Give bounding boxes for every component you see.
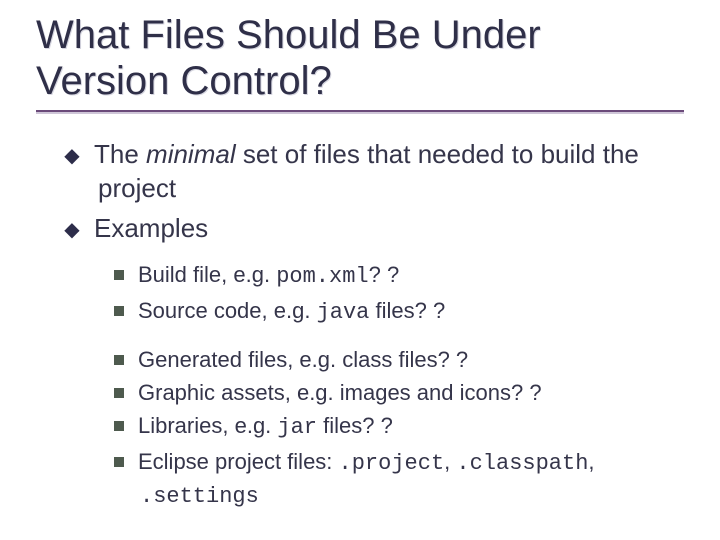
sub-text-post: files? ?: [317, 413, 393, 438]
square-bullet-icon: [114, 306, 124, 316]
sub-bullet-build-file: Build file, e.g. pom.xml? ?: [114, 259, 684, 292]
sub-text-pre: Libraries, e.g.: [138, 413, 277, 438]
sub-bullet-list: Build file, e.g. pom.xml? ? Source code,…: [64, 259, 684, 512]
slide-body: ◆The minimal set of files that needed to…: [36, 138, 684, 512]
sub-bullet-eclipse-files: Eclipse project files: .project, .classp…: [114, 446, 684, 512]
sub-text-code: .project: [339, 451, 445, 476]
sub-text-pre: Build file, e.g.: [138, 262, 276, 287]
sub-text-post: files? ?: [369, 298, 445, 323]
sub-text-sep: ,: [588, 449, 594, 474]
sub-bullet-source-code: Source code, e.g. java files? ?: [114, 295, 684, 328]
sub-text-pre: Source code, e.g.: [138, 298, 317, 323]
diamond-bullet-icon: ◆: [64, 143, 80, 169]
bullet-minimal-set: ◆The minimal set of files that needed to…: [64, 138, 684, 206]
sub-text-code: jar: [277, 415, 317, 440]
sub-text: Generated files, e.g. class files? ?: [138, 347, 468, 372]
square-bullet-icon: [114, 421, 124, 431]
title-underline: [36, 110, 684, 112]
square-bullet-icon: [114, 270, 124, 280]
bullet-examples: ◆ Examples: [64, 212, 684, 246]
slide: What Files Should Be Under Version Contr…: [0, 0, 720, 540]
sub-bullet-graphic-assets: Graphic assets, e.g. images and icons? ?: [114, 377, 684, 408]
sub-text-pre: Eclipse project files:: [138, 449, 339, 474]
square-bullet-icon: [114, 388, 124, 398]
sub-bullet-generated-files: Generated files, e.g. class files? ?: [114, 344, 684, 375]
bullet-text: Examples: [94, 213, 208, 243]
diamond-bullet-icon: ◆: [64, 217, 80, 243]
sub-text-code: java: [317, 300, 370, 325]
bullet-text-pre: The: [94, 139, 146, 169]
sub-text-post: ? ?: [369, 262, 400, 287]
square-bullet-icon: [114, 355, 124, 365]
square-bullet-icon: [114, 457, 124, 467]
sub-text-code: .classpath: [456, 451, 588, 476]
slide-title: What Files Should Be Under Version Contr…: [36, 12, 684, 104]
sub-text: Graphic assets, e.g. images and icons? ?: [138, 380, 542, 405]
bullet-text-emph: minimal: [146, 139, 236, 169]
sub-bullet-libraries: Libraries, e.g. jar files? ?: [114, 410, 684, 443]
sub-text-code: pom.xml: [276, 264, 368, 289]
sub-text-code: .settings: [140, 484, 259, 509]
sub-text-sep: ,: [444, 449, 456, 474]
